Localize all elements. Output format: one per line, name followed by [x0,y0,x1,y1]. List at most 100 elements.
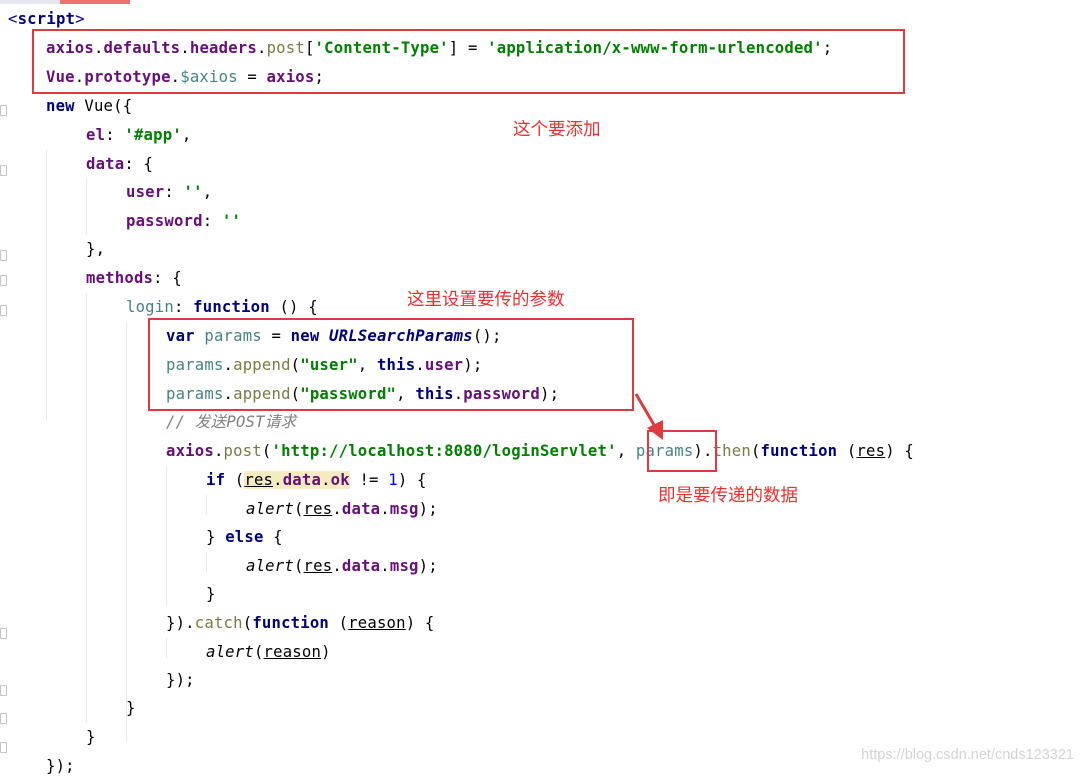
code-token: . [273,471,283,489]
fold-marker-icon[interactable] [0,742,7,753]
code-line[interactable]: alert(res.data.msg); [246,552,438,581]
code-token: . [213,442,224,460]
code-token: script [17,10,76,28]
code-line[interactable]: }).catch(function (reason) { [166,609,435,638]
code-token: . [380,557,390,575]
code-token: el [86,126,106,144]
code-token: } [126,699,136,717]
code-line[interactable]: } else { [206,523,283,552]
code-token: , [181,126,192,144]
code-token: then [712,442,751,460]
editor-gutter [0,5,8,769]
code-line[interactable]: user: '', [126,178,212,207]
code-token: ) { [405,614,435,632]
indent-guide [166,466,167,606]
code-token: else [225,528,274,546]
code-token: alert [246,500,294,518]
code-token: // 发送POST请求 [166,413,297,431]
code-line[interactable]: data: { [86,150,153,179]
code-token: ( [750,442,761,460]
code-token: password [126,212,203,230]
code-token: if [206,471,235,489]
code-line[interactable]: }); [46,752,75,781]
code-token: } [86,728,96,746]
annotation-data: 即是要传递的数据 [658,486,798,506]
code-token: catch [194,614,243,632]
code-token: user [126,183,165,201]
code-token: 'http://localhost:8080/loginServlet' [271,442,617,460]
indent-guide [126,322,127,742]
fold-marker-icon[interactable] [0,165,7,176]
code-token: function [193,298,280,316]
code-token: ( [293,557,304,575]
code-token: res [303,500,333,518]
code-token: data [341,500,381,518]
code-token: . [380,500,390,518]
indent-guide [46,150,47,420]
code-token: '' [221,212,242,230]
code-token: ok [330,471,350,489]
indent-guide [206,552,207,572]
fold-marker-icon[interactable] [0,713,7,724]
code-line[interactable]: // 发送POST请求 [166,408,296,437]
fold-marker-icon[interactable] [0,275,7,286]
code-token: > [75,10,85,28]
code-token: ( [338,614,349,632]
code-line[interactable]: alert(reason) [206,638,331,667]
code-token: . [332,557,342,575]
code-token: , [202,183,213,201]
code-line[interactable]: if (res.data.ok != 1) { [206,466,427,495]
code-token: ); [418,557,438,575]
code-line[interactable]: new Vue({ [46,92,132,121]
code-line[interactable]: } [206,580,216,609]
code-token: '#app' [124,126,182,144]
annotation-params: 这里设置要传的参数 [407,290,565,310]
code-token: ({ [113,97,133,115]
code-token: : { [153,269,182,287]
code-token: } [206,585,216,603]
code-line[interactable]: } [86,723,96,752]
code-token: . [321,471,331,489]
code-token: : [105,126,125,144]
highlight-box-config [32,29,905,94]
fold-marker-icon[interactable] [0,628,7,639]
code-token: : [173,298,194,316]
code-token: ( [253,643,264,661]
code-line[interactable]: password: '' [126,207,241,236]
code-token: function [760,442,847,460]
code-line[interactable]: }); [166,666,195,695]
fold-marker-icon[interactable] [0,250,7,261]
code-token: ) [321,643,331,661]
code-token: } [206,528,226,546]
code-token: ( [293,500,304,518]
code-line[interactable]: } [126,694,136,723]
fold-marker-icon[interactable] [0,305,7,316]
fold-marker-icon[interactable] [0,105,7,116]
code-line[interactable]: methods: { [86,264,182,293]
code-token: ) { [885,442,914,460]
code-line[interactable]: axios.post('http://localhost:8080/loginS… [166,437,914,466]
code-token: < [8,10,18,28]
code-token: }, [86,240,106,258]
fold-marker-icon[interactable] [0,685,7,696]
code-token: new [46,97,85,115]
indent-guide [206,495,207,515]
code-line[interactable]: alert(res.data.msg); [246,495,438,524]
code-token: . [332,500,342,518]
code-token: ( [261,442,272,460]
indent-guide [86,293,87,723]
code-token: methods [86,269,154,287]
code-token: function [252,614,339,632]
code-token: ( [242,614,253,632]
highlight-box-params [148,318,634,411]
code-token: axios [166,442,214,460]
code-token: alert [246,557,294,575]
code-line[interactable]: }, [86,235,105,264]
code-token: 1 [388,471,398,489]
code-token: () { [279,298,318,316]
code-line[interactable]: el: '#app', [86,121,192,150]
code-token: Vue [84,97,114,115]
code-token: msg [389,500,419,518]
code-token: msg [389,557,419,575]
editor-top-strip [0,0,1082,5]
